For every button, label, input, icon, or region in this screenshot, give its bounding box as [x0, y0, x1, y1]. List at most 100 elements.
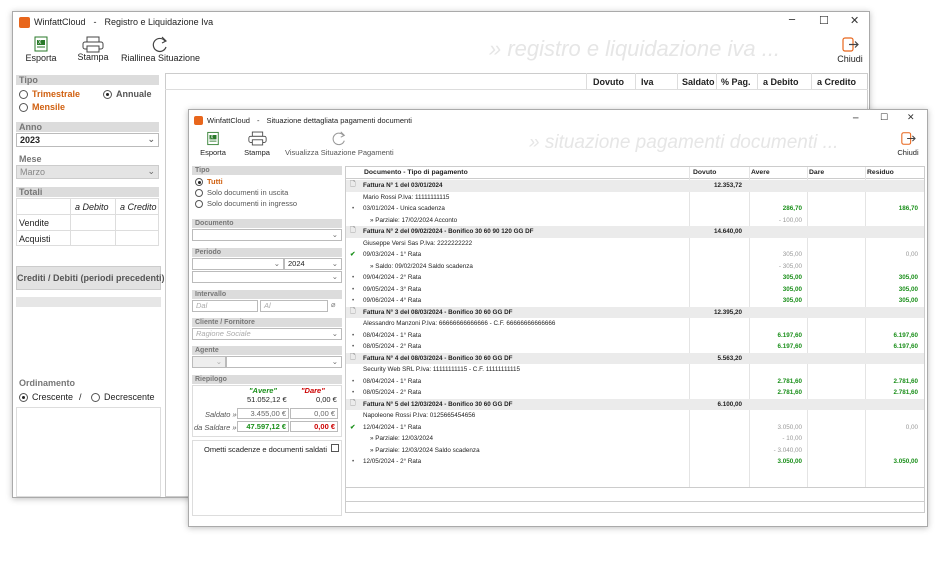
cell-avere: 305,00: [782, 251, 802, 259]
realign-button[interactable]: Riallinea Situazione: [121, 36, 200, 63]
detail-close-button[interactable]: ✕: [907, 113, 915, 123]
table-row[interactable]: • 03/01/2024 - Unica scadenza 286,70 186,70: [346, 203, 924, 215]
table-row[interactable]: ✔ 09/03/2024 - 1° Rata 305,00 0,00: [346, 249, 924, 261]
detail-print-button[interactable]: Stampa: [241, 131, 273, 157]
excel-export-icon: X: [207, 131, 219, 146]
crescente-label: Crescente: [32, 392, 74, 402]
dal-date-input[interactable]: Dal: [192, 300, 258, 312]
table-row[interactable]: 🗋 Fattura N° 2 del 09/02/2024 - Bonifico …: [346, 226, 924, 238]
dasaldare-avere-value: 47.597,12 €: [246, 422, 286, 431]
detail-close-tool-button[interactable]: Chiudi: [895, 131, 921, 157]
refresh-icon: [152, 36, 168, 53]
excel-export-icon: X: [34, 36, 48, 52]
table-row[interactable]: » Saldo: 09/02/2024 Saldo scadenza - 305,…: [346, 261, 924, 273]
table-body: 🗋 Fattura N° 1 del 03/01/2024 12.353,72 Mar…: [346, 180, 924, 490]
table-footer-line: [345, 487, 925, 488]
totali-col-debito: a Debito: [75, 202, 109, 212]
cliente-input[interactable]: Ragione Sociale ⌄: [192, 328, 342, 340]
maximize-button[interactable]: ☐: [819, 14, 829, 27]
table-row[interactable]: • 08/04/2024 - 1° Rata 6.197,60 6.197,60: [346, 330, 924, 342]
cell-documento: Giuseppe Versi Sas P.Iva: 2222222222: [363, 239, 473, 247]
close-button[interactable]: ✕: [850, 14, 859, 27]
table-row[interactable]: • 08/04/2024 - 1° Rata 2.781,60 2.781,60: [346, 376, 924, 388]
detail-maximize-button[interactable]: ☐: [880, 113, 888, 123]
th-residuo: Residuo: [867, 169, 894, 176]
detail-export-button[interactable]: X Esporta: [197, 131, 229, 157]
ordinamento-header: Ordinamento: [16, 378, 159, 388]
table-row[interactable]: 🗋 Fattura N° 4 del 08/03/2024 - Bonifico …: [346, 352, 924, 364]
table-row[interactable]: Giuseppe Versi Sas P.Iva: 2222222222: [346, 238, 924, 250]
exit-icon: [901, 132, 916, 145]
table-row[interactable]: • 09/05/2024 - 3° Rata 305,00 305,00: [346, 284, 924, 296]
table-row[interactable]: • 09/06/2024 - 4° Rata 305,00 305,00: [346, 295, 924, 307]
cell-residuo: 2.781,60: [893, 389, 918, 397]
table-row[interactable]: 🗋 Fattura N° 1 del 03/01/2024 12.353,72: [346, 180, 924, 192]
table-row[interactable]: ✔ 12/04/2024 - 1° Rata 3.050,00 0,00: [346, 422, 924, 434]
radio-crescente[interactable]: Crescente: [19, 392, 73, 402]
radio-mensile[interactable]: Mensile: [19, 102, 65, 112]
view-situazione-button[interactable]: Visualizza Situazione Pagamenti: [285, 131, 394, 157]
crediti-debiti-button[interactable]: Crediti / Debiti (periodi precedenti): [16, 266, 165, 290]
th-documento: Documento - Tipo di pagamento: [364, 169, 468, 176]
table-row[interactable]: • 08/05/2024 - 2° Rata 6.197,60 6.197,60: [346, 341, 924, 353]
agente-header: Agente: [192, 346, 342, 355]
radio-annuale[interactable]: Annuale: [103, 89, 152, 99]
clear-filter-icon[interactable]: ⌀: [331, 300, 336, 309]
title-separator: -: [256, 115, 260, 125]
app-name: WinfattCloud: [34, 17, 86, 27]
table-row[interactable]: • 12/05/2024 - 2° Rata 3.050,00 3.050,00: [346, 456, 924, 468]
avere-label: "Avere": [249, 386, 277, 395]
table-row[interactable]: » Parziale: 12/03/2024 - 10,00: [346, 433, 924, 445]
minimize-button[interactable]: ─: [789, 15, 795, 26]
radio-trimestrale[interactable]: Trimestrale: [19, 89, 80, 99]
dare-label: "Dare": [301, 386, 325, 395]
table-header: Documento - Tipo di pagamento Dovuto Ave…: [346, 167, 924, 179]
cell-documento: 12/05/2024 - 2° Rata: [363, 458, 422, 466]
table-row[interactable]: 🗋 Fattura N° 5 del 12/03/2024 - Bonifico …: [346, 398, 924, 410]
cell-documento: » Parziale: 17/02/2024 Acconto: [370, 216, 458, 224]
al-date-input[interactable]: Al: [260, 300, 328, 312]
ometti-checkbox[interactable]: [331, 444, 339, 452]
exit-icon: [842, 37, 859, 52]
printer-icon: [247, 131, 267, 146]
table-row[interactable]: Security Web SRL P.Iva: 11111111115 - C.…: [346, 364, 924, 376]
agente-select[interactable]: ⌄: [226, 356, 342, 368]
col-divider: [757, 73, 758, 89]
table-row[interactable]: • 08/05/2024 - 2° Rata 2.781,60 2.781,60: [346, 387, 924, 399]
cell-dovuto: 12.353,72: [713, 182, 742, 190]
radio-circle: [19, 89, 28, 99]
anno-select[interactable]: 2023 ⌄: [16, 133, 159, 147]
table-row[interactable]: Napoleone Rossi P.Iva: 0125665454656: [346, 410, 924, 422]
cell-documento: Fattura N° 3 del 08/03/2024 - Bonifico 3…: [363, 308, 513, 316]
radio-tutti[interactable]: Tutti: [195, 177, 223, 186]
radio-uscita[interactable]: Solo documenti in uscita: [195, 188, 288, 197]
saldato-avere-field: 3.455,00 €: [237, 408, 289, 419]
cliente-header: Cliente / Fornitore: [192, 318, 342, 327]
th-dovuto: Dovuto: [693, 169, 717, 176]
table-row[interactable]: • 09/04/2024 - 2° Rata 305,00 305,00: [346, 272, 924, 284]
table-row[interactable]: » Parziale: 12/03/2024 Saldo scadenza - 3…: [346, 445, 924, 457]
periodo-year-select[interactable]: 2024 ⌄: [284, 258, 342, 270]
radio-ingresso[interactable]: Solo documenti in ingresso: [195, 199, 297, 208]
detail-close-tool-label: Chiudi: [897, 148, 919, 157]
ometti-label: Ometti scadenze e documenti saldati: [204, 445, 327, 454]
bullet-icon: •: [352, 458, 355, 466]
table-row[interactable]: Alessandro Manzoni P.Iva: 66666666666666…: [346, 318, 924, 330]
col-divider: [677, 73, 678, 89]
export-button[interactable]: X Esporta: [23, 36, 59, 63]
col-divider: [811, 73, 812, 89]
cell-documento: Fattura N° 5 del 12/03/2024 - Bonifico 3…: [363, 400, 513, 408]
periodo-header: Periodo: [192, 248, 342, 257]
table-row[interactable]: 🗋 Fattura N° 3 del 08/03/2024 - Bonifico …: [346, 306, 924, 318]
documento-select[interactable]: ⌄: [192, 229, 342, 241]
print-button[interactable]: Stampa: [75, 36, 111, 62]
col-debito: a Debito: [763, 77, 799, 87]
periodo-extra-select[interactable]: ⌄: [192, 271, 342, 283]
radio-decrescente[interactable]: Decrescente: [91, 392, 155, 402]
detail-minimize-button[interactable]: ─: [853, 114, 858, 124]
periodo-month-select[interactable]: ⌄: [192, 258, 284, 270]
table-row[interactable]: » Parziale: 17/02/2024 Acconto - 100,00: [346, 215, 924, 227]
detail-export-label: Esporta: [200, 148, 226, 157]
table-row[interactable]: Mario Rossi P.Iva: 11111111115: [346, 192, 924, 204]
main-close-button[interactable]: Chiudi: [835, 36, 865, 64]
